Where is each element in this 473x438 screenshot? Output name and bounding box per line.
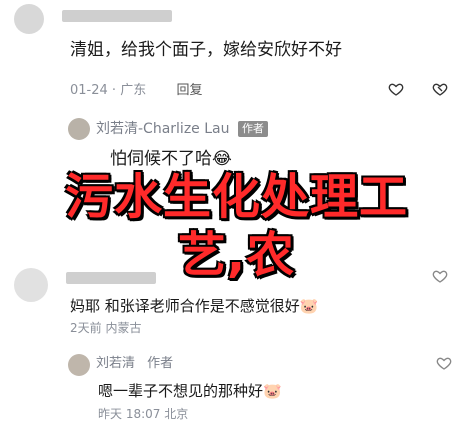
reply-button[interactable]: 回复: [176, 83, 202, 98]
author-badge: 作者: [237, 121, 268, 137]
comment-date: 昨天 18:07: [98, 407, 161, 421]
comment-meta: 01-24 · 广东 回复: [70, 83, 203, 98]
like-heart-icon[interactable]: [388, 81, 404, 97]
comment-location: 内蒙古: [105, 321, 142, 335]
comment-meta: 2天前 内蒙古: [70, 319, 141, 336]
avatar[interactable]: [14, 4, 44, 34]
pig-emoji-icon: 🐷: [263, 382, 282, 400]
comment-date: 2天前: [70, 321, 102, 335]
username-blurred: [62, 10, 172, 22]
comment-text: 妈耶 和张译老师合作是不感觉很好🐷: [70, 297, 319, 315]
avatar[interactable]: [14, 268, 48, 302]
pig-emoji-icon: 🐷: [299, 297, 319, 315]
comment-text: 清姐，给我个面子，嫁给安欣好不好: [70, 40, 342, 60]
like-heart-icon[interactable]: [436, 355, 452, 371]
author-name[interactable]: 刘若清-Charlize Lau: [96, 121, 229, 137]
reply-author-line: 刘若清-Charlize Lau 作者: [96, 119, 268, 139]
username-blurred: [66, 272, 156, 284]
like-heart-icon[interactable]: [432, 268, 448, 284]
author-name[interactable]: 刘若清: [96, 356, 135, 371]
comment-location: 北京: [164, 407, 189, 421]
reply-text: 嗯一辈子不想见的那种好🐷: [98, 382, 282, 400]
dislike-heart-icon[interactable]: [432, 81, 448, 97]
author-avatar[interactable]: [68, 354, 90, 376]
author-avatar[interactable]: [68, 118, 90, 140]
comment-meta: 昨天 18:07 北京: [98, 405, 188, 422]
laugh-emoji-icon: 😂: [212, 149, 232, 169]
comment-location: 广东: [120, 83, 147, 98]
author-badge: 作者: [147, 356, 174, 371]
reply-author-line: 刘若清 作者: [96, 355, 173, 373]
comment-date: 01-24: [70, 83, 108, 98]
overlay-title-line1: 污水生化处理工: [64, 169, 408, 225]
